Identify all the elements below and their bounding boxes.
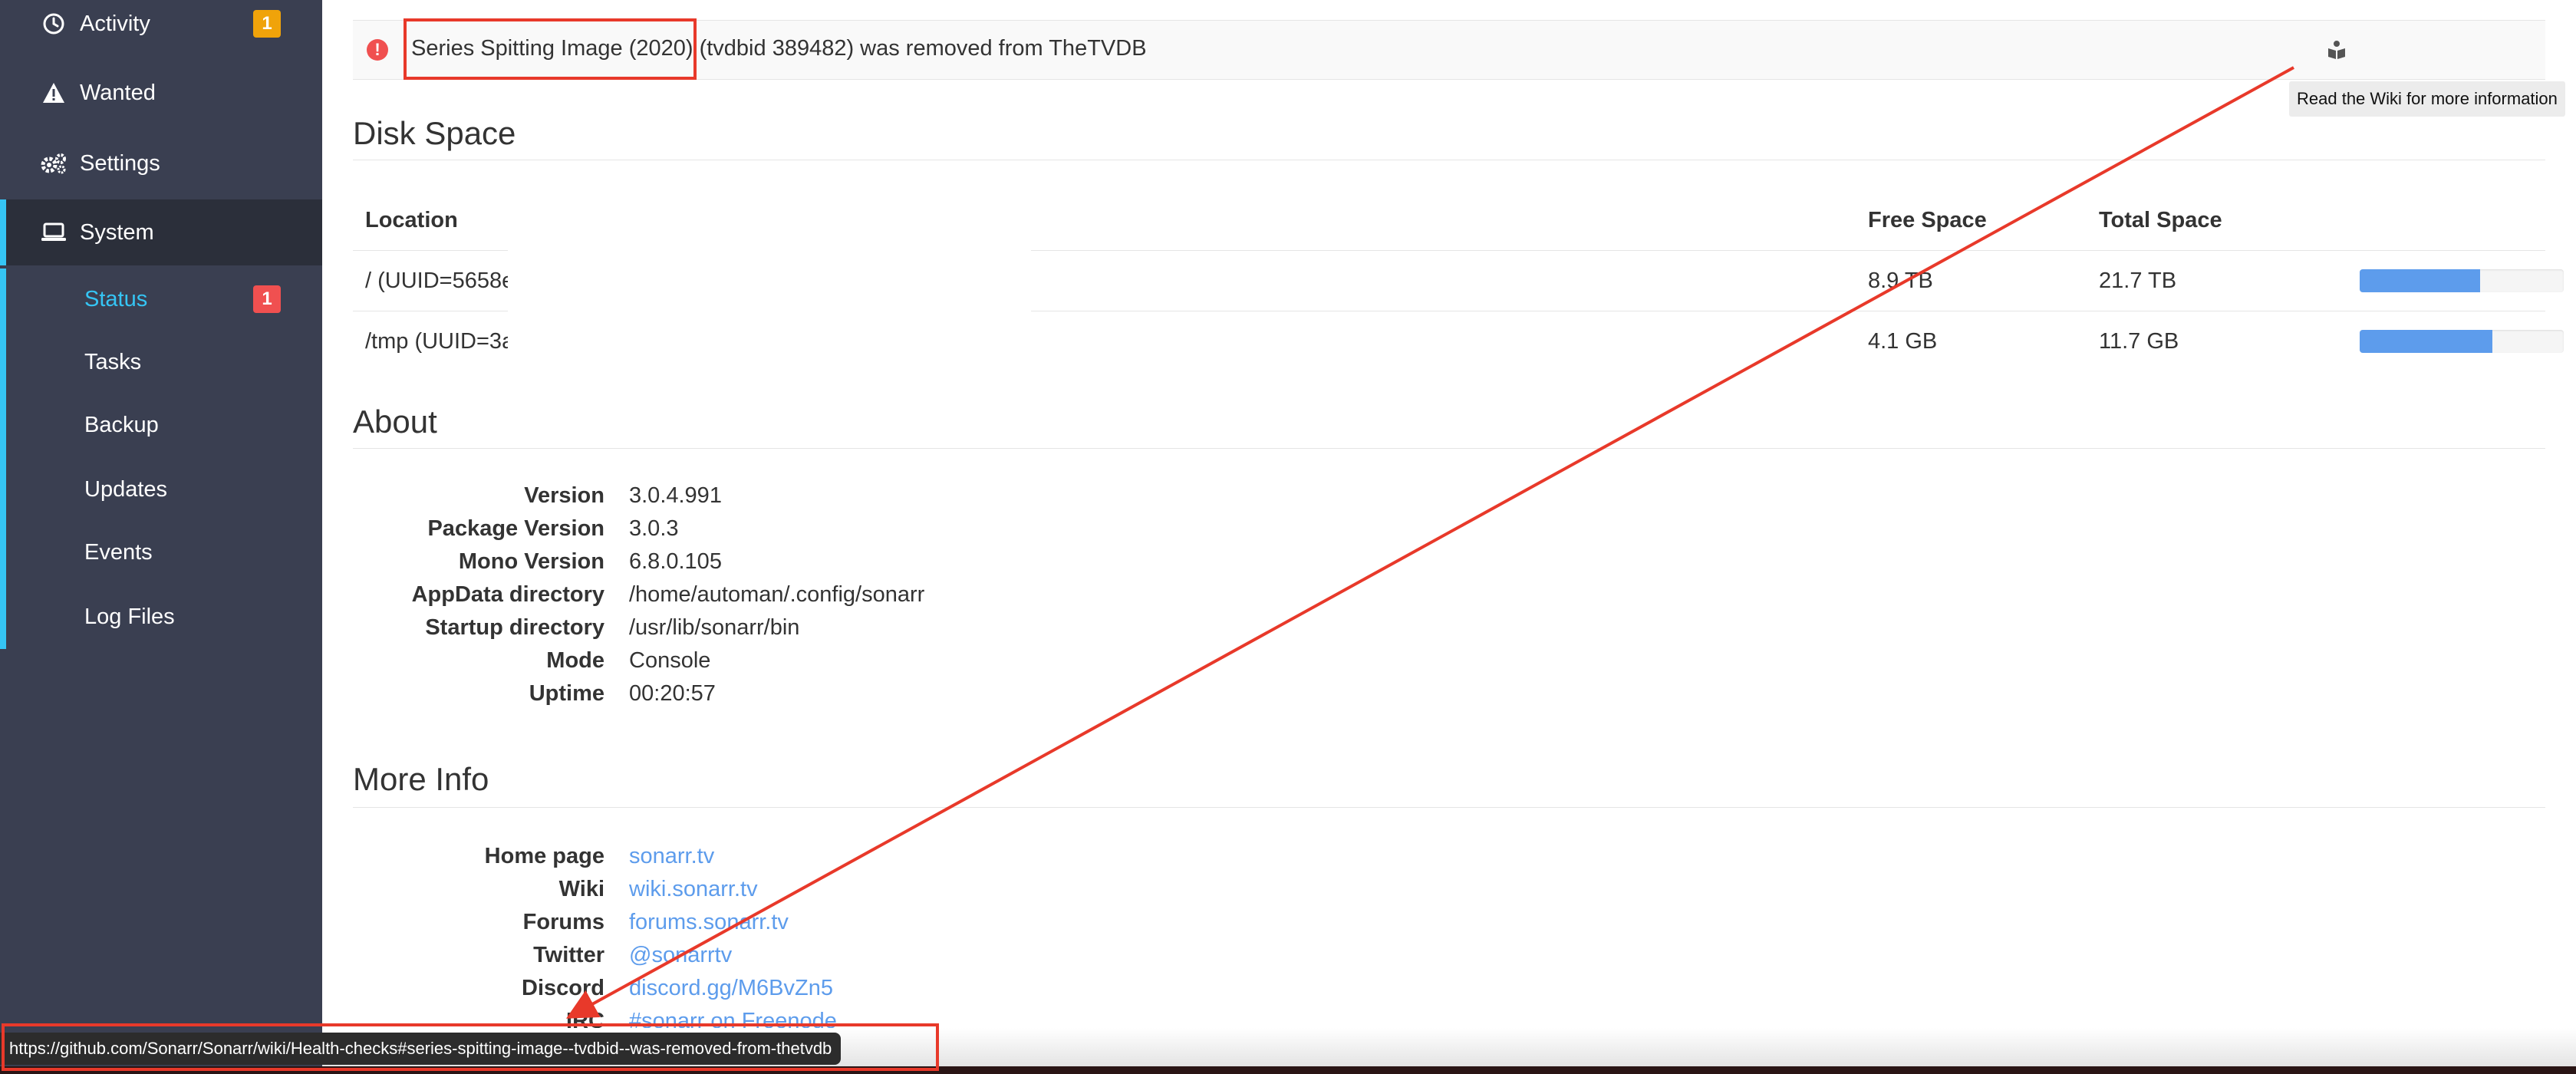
disk-usage-fill [2360, 330, 2492, 353]
about-title: About [353, 404, 437, 440]
sidebar-subitem-backup[interactable]: Backup [6, 394, 322, 456]
disk-free-space: 8.9 TB [1868, 268, 1933, 293]
about-row-startup-directory: Startup directory/usr/lib/sonarr/bin [322, 615, 1550, 648]
info-key: Startup directory [425, 615, 604, 640]
about-row-mono-version: Mono Version 6.8.0.105 [322, 549, 1550, 582]
health-check-row: ! Series Spitting Image (2020) (tvdbid 3… [353, 20, 2545, 80]
about-divider [353, 448, 2545, 449]
home-page-link[interactable]: sonarr.tv [629, 844, 714, 869]
sidebar-item-wanted[interactable]: Wanted [0, 60, 322, 126]
more-info-row-forums: Forums forums.sonarr.tv [322, 910, 1550, 943]
about-row-version: Version 3.0.4.991 [322, 483, 1550, 516]
wiki-tooltip: Read the Wiki for more information [2289, 81, 2565, 117]
disk-location: / (UUID=5658e [365, 268, 515, 293]
info-key: Mode [546, 648, 604, 673]
sidebar-item-label: System [80, 219, 154, 245]
disk-free-space: 4.1 GB [1868, 329, 1938, 354]
main-content: ! Series Spitting Image (2020) (tvdbid 3… [322, 0, 2576, 1074]
exclamation-circle-icon: ! [367, 39, 388, 61]
sidebar-subitem-label: Events [84, 539, 153, 565]
sidebar-subitem-label: Updates [84, 476, 168, 502]
info-key: Home page [484, 844, 604, 868]
info-key: Twitter [533, 943, 604, 967]
health-check-message: Series Spitting Image (2020) (tvdbid 389… [411, 36, 1147, 61]
info-key: Mono Version [458, 549, 604, 574]
system-subnav: Status 1 Tasks Backup Updates Events Log… [0, 268, 322, 649]
laptop-icon [40, 219, 68, 246]
about-row-appdata-directory: AppData directory/home/automan/.config/s… [322, 582, 1550, 615]
status-count-badge: 1 [253, 285, 281, 313]
about-row-uptime: Uptime 00:20:57 [322, 681, 1550, 714]
info-value: Console [629, 648, 711, 673]
disk-space-title: Disk Space [353, 115, 516, 151]
sidebar-item-settings[interactable]: Settings [0, 130, 322, 196]
disk-location: /tmp (UUID=3a [365, 329, 515, 354]
warning-icon [40, 79, 68, 107]
browser-status-url: https://github.com/Sonarr/Sonarr/wiki/He… [0, 1033, 842, 1065]
about-row-mode: Mode Console [322, 648, 1550, 681]
sidebar-subitem-log-files[interactable]: Log Files [6, 586, 322, 647]
activity-count-badge: 1 [253, 10, 281, 38]
column-header-location: Location [365, 208, 458, 232]
sidebar-item-label: Settings [80, 150, 160, 176]
more-info-title: More Info [353, 761, 489, 797]
sidebar-subitem-status[interactable]: Status 1 [6, 268, 322, 330]
table-header-row: Location Free Space Total Space [353, 190, 2545, 251]
clock-icon [40, 10, 68, 38]
more-info-row-wiki: Wiki wiki.sonarr.tv [322, 877, 1550, 910]
twitter-link[interactable]: @sonarrtv [629, 943, 732, 968]
info-value: /usr/lib/sonarr/bin [629, 615, 800, 640]
column-header-free-space: Free Space [1868, 208, 1987, 232]
forums-link[interactable]: forums.sonarr.tv [629, 910, 789, 935]
info-value: 3.0.4.991 [629, 483, 722, 508]
more-info-row-discord: Discord discord.gg/M6BvZn5 [322, 976, 1550, 1009]
disk-usage-bar [2360, 269, 2564, 292]
info-value: 6.8.0.105 [629, 549, 722, 574]
sidebar-item-system[interactable]: System [0, 199, 322, 265]
column-header-total-space: Total Space [2099, 208, 2222, 232]
sidebar-item-label: Wanted [80, 80, 156, 105]
sidebar-subitem-label: Backup [84, 412, 159, 437]
disk-total-space: 21.7 TB [2099, 268, 2177, 293]
info-value: 3.0.3 [629, 516, 679, 541]
sidebar-subitem-tasks[interactable]: Tasks [6, 331, 322, 393]
info-key: Wiki [558, 877, 604, 901]
info-key: Version [524, 483, 604, 508]
taskbar-strip [0, 1066, 2576, 1074]
more-info-row-twitter: Twitter @sonarrtv [322, 943, 1550, 976]
info-key: Discord [522, 976, 604, 1000]
disk-usage-bar [2360, 330, 2564, 353]
info-key: Uptime [529, 681, 604, 706]
health-check-series-name: Series Spitting Image (2020) [411, 36, 693, 61]
info-key: Forums [522, 910, 604, 934]
book-reader-icon[interactable] [2326, 39, 2350, 64]
sidebar-item-activity[interactable]: Activity 1 [0, 0, 322, 57]
disk-total-space: 11.7 GB [2099, 329, 2179, 354]
more-info-row-home-page: Home page sonarr.tv [322, 844, 1550, 877]
info-key: Package Version [427, 516, 604, 541]
gears-icon [40, 150, 68, 177]
discord-link[interactable]: discord.gg/M6BvZn5 [629, 976, 833, 1001]
info-key: AppData directory [411, 582, 604, 607]
sidebar-subitem-updates[interactable]: Updates [6, 459, 322, 520]
more-info-divider [353, 807, 2545, 808]
sidebar: Activity 1 Wanted Settings System Status… [0, 0, 322, 1074]
about-row-package-version: Package Version 3.0.3 [322, 516, 1550, 549]
redaction-block [508, 249, 1031, 370]
info-value: /home/automan/.config/sonarr [629, 582, 925, 607]
health-check-message-rest: (tvdbid 389482) was removed from TheTVDB [693, 36, 1147, 61]
sidebar-subitem-label: Tasks [84, 349, 142, 374]
sidebar-subitem-label: Log Files [84, 604, 175, 629]
info-value: 00:20:57 [629, 681, 716, 706]
sidebar-subitem-events[interactable]: Events [6, 522, 322, 583]
disk-usage-fill [2360, 269, 2480, 292]
wiki-link[interactable]: wiki.sonarr.tv [629, 877, 758, 902]
sidebar-subitem-label: Status [84, 286, 148, 311]
sidebar-item-label: Activity [80, 11, 150, 36]
